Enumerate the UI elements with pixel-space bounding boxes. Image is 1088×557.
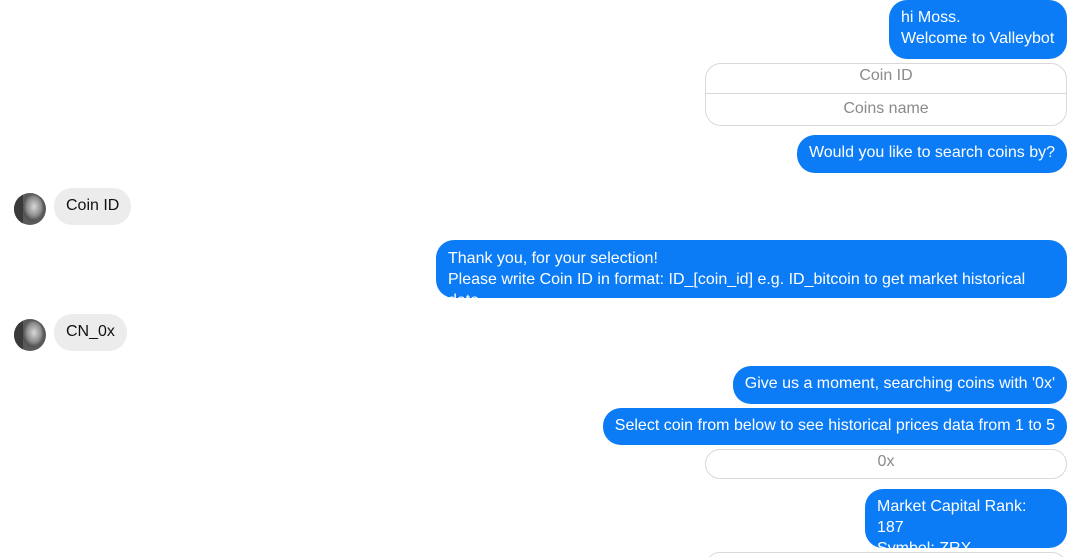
bot-message-greeting: hi Moss. Welcome to Valleybot [889,0,1067,59]
bot-message-coin-details: Market Capital Rank: 187 Symbol: ZRX [865,489,1067,557]
search-by-options: Coin ID Coins name [705,63,1067,126]
option-coins-name-button[interactable]: Coins name [706,93,1066,125]
chat-window: hi Moss. Welcome to Valleybot Coin ID Co… [0,0,1088,557]
coin-options: 0x [705,449,1067,479]
bot-message-select-coin: Select coin from below to see historical… [602,408,1067,445]
option-0x-button[interactable]: 0x [706,450,1066,478]
next-options-partial [705,552,1067,557]
user-message-coin-id: Coin ID [54,188,132,225]
user-avatar [14,319,46,351]
user-message-cn-0x: CN_0x [54,314,127,351]
user-avatar [14,193,46,225]
user-avatar-photo-icon [14,319,46,351]
bot-message-searching: Give us a moment, searching coins with '… [732,366,1067,404]
bot-message-search-question: Would you like to search coins by? [796,135,1067,173]
bot-message-format-instructions: Thank you, for your selection! Please wr… [436,240,1067,309]
user-avatar-photo-icon [14,193,46,225]
option-coin-id-button[interactable]: Coin ID [706,64,1066,93]
